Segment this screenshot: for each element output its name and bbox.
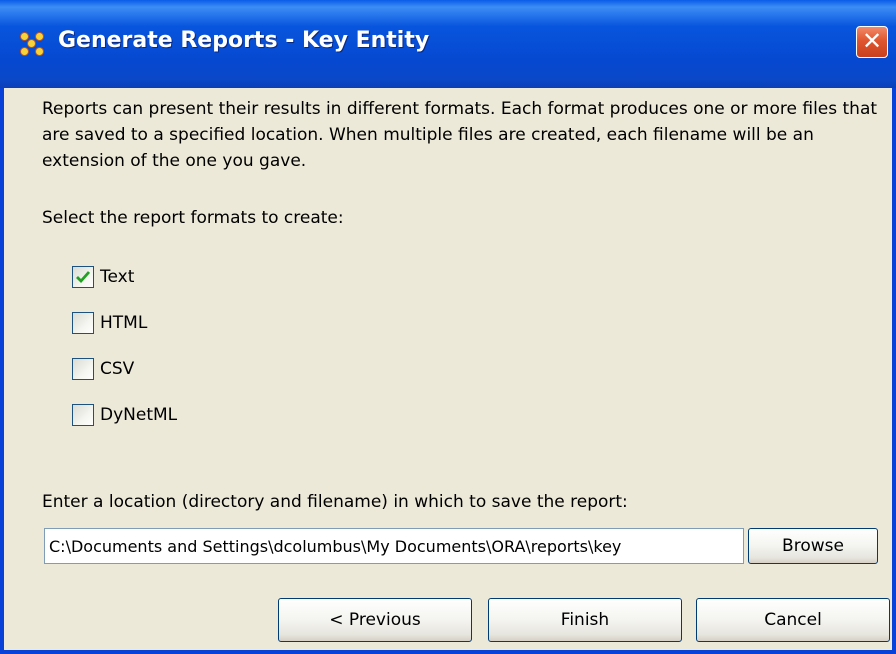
- finish-button[interactable]: Finish: [488, 598, 682, 642]
- format-label-csv: CSV: [100, 359, 135, 379]
- cancel-button[interactable]: Cancel: [696, 598, 890, 642]
- previous-button[interactable]: < Previous: [278, 598, 472, 642]
- text-checkbox[interactable]: [72, 266, 94, 288]
- location-input[interactable]: [44, 528, 744, 564]
- title-bar[interactable]: Generate Reports - Key Entity ✕: [0, 0, 896, 88]
- formats-label: Select the report formats to create:: [42, 208, 344, 228]
- window-title: Generate Reports - Key Entity: [58, 28, 430, 53]
- format-label-text: Text: [100, 267, 135, 287]
- format-option-text[interactable]: Text: [72, 264, 134, 290]
- format-label-dynetml: DyNetML: [100, 405, 178, 425]
- close-button[interactable]: ✕: [856, 26, 888, 58]
- format-option-dynetml[interactable]: DyNetML: [72, 402, 177, 428]
- location-label: Enter a location (directory and filename…: [42, 492, 628, 512]
- format-label-html: HTML: [100, 313, 148, 333]
- checkmark-icon: [76, 271, 91, 284]
- format-option-html[interactable]: HTML: [72, 310, 147, 336]
- description-text: Reports can present their results in dif…: [42, 99, 878, 171]
- dialog-window: Generate Reports - Key Entity ✕ Reports …: [0, 0, 896, 654]
- html-checkbox[interactable]: [72, 312, 94, 334]
- app-icon: [20, 32, 44, 56]
- dynetml-checkbox[interactable]: [72, 404, 94, 426]
- csv-checkbox[interactable]: [72, 358, 94, 380]
- browse-button[interactable]: Browse: [748, 528, 878, 564]
- close-icon: ✕: [861, 27, 883, 55]
- format-option-csv[interactable]: CSV: [72, 356, 134, 382]
